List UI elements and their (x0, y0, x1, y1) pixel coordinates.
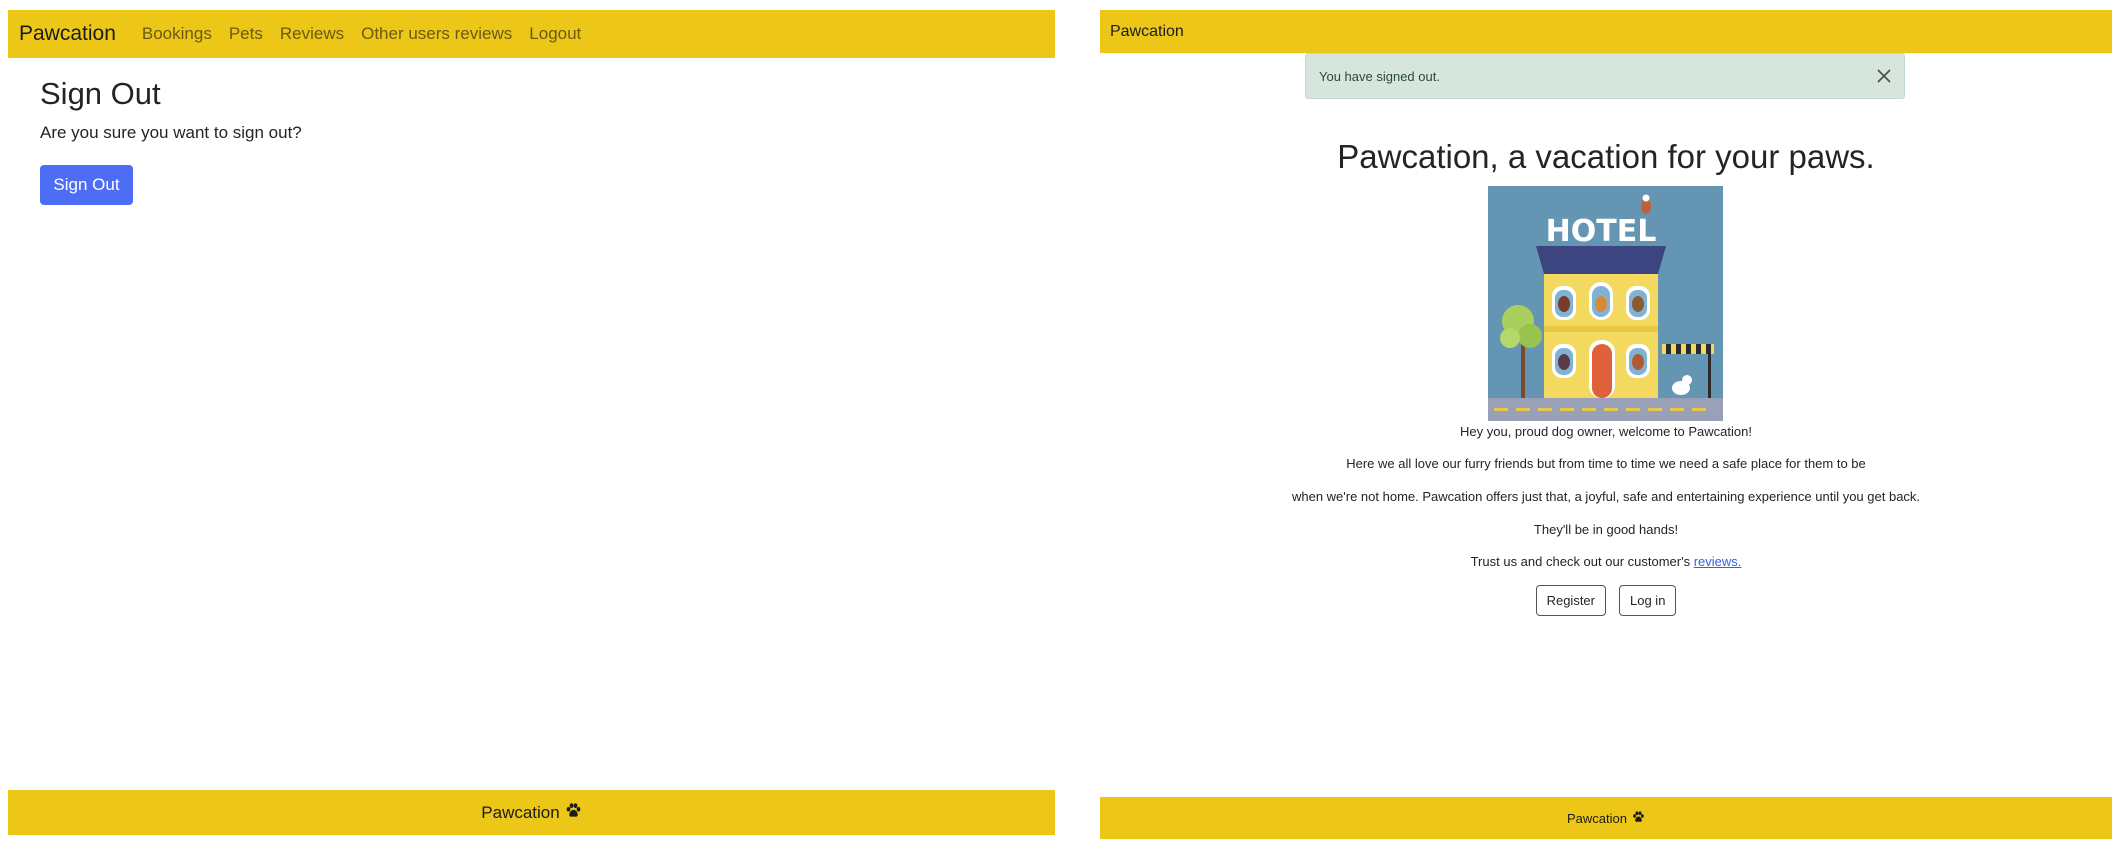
register-button[interactable]: Register (1535, 585, 1606, 616)
page: Pawcation Bookings Pets Reviews Other us… (0, 0, 2118, 852)
footer: Pawcation (1100, 797, 2112, 839)
sign-out-button[interactable]: Sign Out (40, 165, 133, 205)
footer: Pawcation (8, 790, 1055, 835)
good-hands-line: They'll be in good hands! (1533, 522, 1679, 537)
navbar-brand[interactable]: Pawcation (19, 22, 116, 46)
trust-text: Trust us and check out our customer's (1470, 554, 1694, 569)
paw-icon (1632, 810, 1645, 826)
navbar-brand[interactable]: Pawcation (1110, 23, 1184, 41)
close-icon[interactable] (1875, 67, 1893, 85)
hotel-illustration: HOTEL (1488, 186, 1723, 421)
navbar: Pawcation Bookings Pets Reviews Other us… (8, 10, 1055, 58)
nav-link-bookings[interactable]: Bookings (142, 24, 212, 44)
nav-link-reviews[interactable]: Reviews (280, 24, 344, 44)
welcome-line: Hey you, proud dog owner, welcome to Paw… (1460, 424, 1752, 439)
intro-line-1: Here we all love our furry friends but f… (1346, 456, 1866, 471)
auth-buttons: Register Log in (1100, 585, 2112, 616)
navbar: Pawcation (1100, 10, 2112, 53)
signed-out-alert: You have signed out. (1305, 53, 1905, 99)
hotel-sign-text: HOTEL (1546, 214, 1657, 249)
home-window: Pawcation You have signed out. Pawcation… (1100, 10, 2112, 842)
nav-link-pets[interactable]: Pets (229, 24, 263, 44)
signout-window: Pawcation Bookings Pets Reviews Other us… (8, 10, 1055, 842)
footer-text: Pawcation (481, 802, 560, 822)
signout-question: Are you sure you want to sign out? (40, 123, 302, 142)
trust-line: Trust us and check out our customer's re… (1100, 554, 2112, 569)
page-title: Sign Out (40, 76, 161, 111)
login-button[interactable]: Log in (1619, 585, 1677, 616)
alert-message: You have signed out. (1319, 68, 1440, 84)
nav-link-other-users-reviews[interactable]: Other users reviews (361, 24, 512, 44)
hero-title: Pawcation, a vacation for your paws. (1337, 138, 1875, 175)
reviews-link[interactable]: reviews. (1694, 554, 1742, 569)
footer-text: Pawcation (1567, 810, 1627, 826)
intro-line-2: when we're not home. Pawcation offers ju… (1291, 489, 1921, 504)
nav-link-logout[interactable]: Logout (529, 24, 581, 44)
paw-icon (565, 802, 582, 823)
